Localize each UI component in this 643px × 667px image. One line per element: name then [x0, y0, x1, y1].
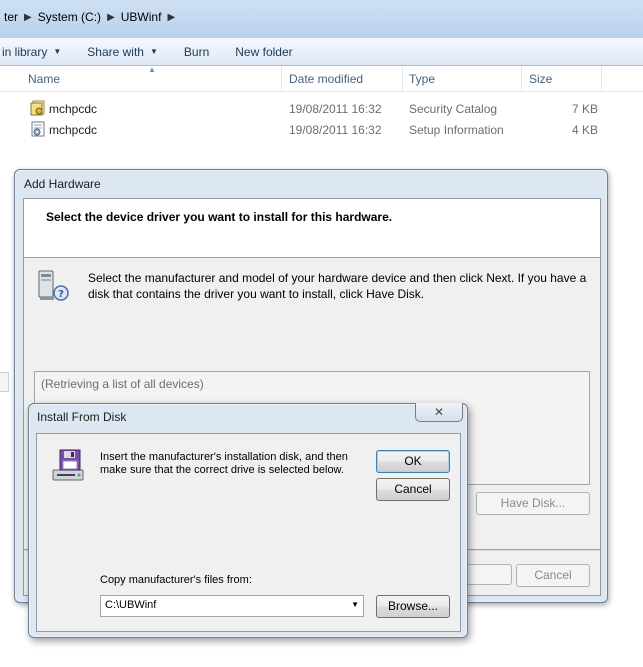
file-type: Security Catalog — [409, 102, 498, 116]
ok-button[interactable]: OK — [376, 450, 450, 473]
sort-ascending-icon: ▲ — [148, 65, 156, 74]
browse-button[interactable]: Browse... — [376, 595, 450, 618]
column-divider[interactable] — [402, 66, 403, 91]
breadcrumb-item[interactable]: ter — [0, 10, 22, 24]
wizard-instruction: Select the manufacturer and model of you… — [88, 271, 587, 301]
share-with-button[interactable]: Share with ▼ — [74, 45, 171, 59]
window-title: Add Hardware — [24, 177, 101, 191]
breadcrumb-separator-icon[interactable]: ▶ — [22, 12, 34, 23]
file-name: mchpcdc — [49, 102, 98, 116]
column-header-type[interactable]: Type — [409, 72, 435, 86]
toolbar-label: in library — [2, 44, 48, 59]
chevron-down-icon[interactable]: ▼ — [351, 600, 359, 609]
install-from-disk-dialog: Install From Disk ✕ Insert the manufactu… — [28, 403, 468, 638]
column-divider[interactable] — [521, 66, 522, 91]
command-bar: in library ▼ Share with ▼ Burn New folde… — [0, 38, 643, 66]
chevron-down-icon: ▼ — [53, 47, 62, 56]
setup-information-icon — [31, 121, 45, 137]
breadcrumb-item[interactable]: System (C:) — [34, 10, 105, 24]
toolbar-label: New folder — [235, 44, 293, 59]
device-list-status: (Retrieving a list of all devices) — [41, 377, 204, 391]
file-row[interactable]: mchpcdc 19/08/2011 16:32 Setup Informati… — [0, 120, 643, 140]
column-divider[interactable] — [601, 66, 602, 91]
breadcrumb-separator-icon[interactable]: ▶ — [105, 12, 117, 23]
file-row[interactable]: mchpcdc 19/08/2011 16:32 Security Catalo… — [0, 99, 643, 119]
file-date: 19/08/2011 16:32 — [289, 123, 382, 137]
column-header-size[interactable]: Size — [529, 72, 552, 86]
dialog-instruction: Insert the manufacturer's installation d… — [100, 451, 348, 476]
svg-text:?: ? — [58, 289, 64, 300]
floppy-disk-drive-icon — [52, 449, 84, 481]
dialog-title: Install From Disk — [37, 410, 127, 424]
breadcrumb-item[interactable]: UBWinf — [117, 10, 166, 24]
have-disk-button[interactable]: Have Disk... — [476, 492, 590, 515]
close-icon[interactable]: ✕ — [415, 403, 463, 422]
column-divider[interactable] — [281, 66, 282, 91]
chevron-down-icon: ▼ — [149, 47, 158, 56]
hardware-device-icon: ? — [38, 270, 69, 301]
wizard-header: Select the device driver you want to ins… — [24, 199, 600, 258]
toolbar-label: Share with — [87, 44, 144, 59]
address-bar[interactable]: ter ▶ System (C:) ▶ UBWinf ▶ — [0, 0, 643, 39]
navigation-pane-edge — [0, 372, 9, 392]
column-header-row: ▲ Name Date modified Type Size — [0, 65, 643, 92]
cancel-button[interactable]: Cancel — [376, 478, 450, 501]
toolbar-label: Burn — [183, 44, 210, 59]
breadcrumb-separator-icon[interactable]: ▶ — [165, 12, 177, 23]
dialog-body: Insert the manufacturer's installation d… — [36, 433, 461, 632]
file-type: Setup Information — [409, 123, 504, 137]
copy-from-value: C:\UBWinf — [105, 599, 157, 611]
column-header-date[interactable]: Date modified — [289, 72, 363, 86]
file-name: mchpcdc — [49, 123, 98, 137]
file-size: 7 KB — [572, 102, 599, 116]
wizard-cancel-button[interactable]: Cancel — [516, 564, 590, 587]
column-header-name[interactable]: Name — [28, 72, 60, 86]
new-folder-button[interactable]: New folder — [222, 45, 305, 59]
file-date: 19/08/2011 16:32 — [289, 102, 382, 116]
breadcrumb: ter ▶ System (C:) ▶ UBWinf ▶ — [0, 6, 643, 28]
include-in-library-button[interactable]: in library ▼ — [0, 45, 74, 59]
security-catalog-icon — [30, 100, 45, 116]
wizard-heading: Select the device driver you want to ins… — [46, 210, 393, 224]
burn-button[interactable]: Burn — [171, 45, 222, 59]
copy-from-combobox[interactable]: C:\UBWinf ▼ — [100, 595, 364, 617]
copy-from-label: Copy manufacturer's files from: — [100, 574, 252, 586]
file-size: 4 KB — [572, 123, 599, 137]
